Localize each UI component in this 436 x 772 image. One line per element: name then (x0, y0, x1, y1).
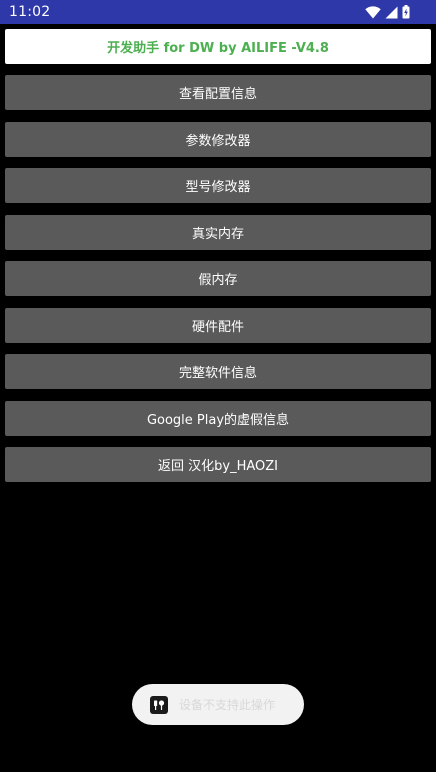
battery-charging-icon (402, 5, 410, 19)
status-bar: 11:02 (0, 0, 436, 24)
model-editor-button[interactable]: 型号修改器 (5, 168, 431, 203)
toast-message: 设备不支持此操作 (132, 684, 304, 725)
real-memory-button[interactable]: 真实内存 (5, 214, 431, 250)
signal-icon (385, 6, 398, 19)
wifi-icon (365, 5, 381, 19)
toast-text: 设备不支持此操作 (179, 698, 276, 712)
button-label: Google Play的虚假信息 (146, 412, 290, 428)
button-label: 参数修改器 (185, 133, 251, 149)
app-title-banner: 开发助手 for DW by AILIFE -V4.8 (5, 29, 431, 64)
button-label: 假内存 (198, 273, 238, 288)
view-config-info-button[interactable]: 查看配置信息 (5, 75, 431, 110)
app-title: 开发助手 for DW by AILIFE -V4.8 (107, 41, 329, 56)
main-menu: 查看配置信息 参数修改器 型号修改器 真实内存 假内存 硬件配件 完整软件信息 … (5, 75, 431, 494)
button-label: 硬件配件 (191, 319, 244, 335)
status-time: 11:02 (9, 4, 51, 20)
app-icon (150, 695, 168, 714)
button-label: 真实内存 (191, 226, 244, 242)
button-label: 型号修改器 (185, 180, 251, 195)
button-label: 查看配置信息 (178, 87, 257, 102)
fake-memory-button[interactable]: 假内存 (5, 261, 431, 296)
google-play-fake-info-button[interactable]: Google Play的虚假信息 (5, 400, 431, 436)
status-icons (365, 4, 410, 20)
hardware-parts-button[interactable]: 硬件配件 (5, 307, 431, 343)
full-software-info-button[interactable]: 完整软件信息 (5, 354, 431, 389)
button-label: 返回 汉化by_HAOZI (158, 459, 278, 474)
parameter-editor-button[interactable]: 参数修改器 (5, 121, 431, 157)
back-button[interactable]: 返回 汉化by_HAOZI (5, 447, 431, 482)
button-label: 完整软件信息 (178, 366, 257, 381)
